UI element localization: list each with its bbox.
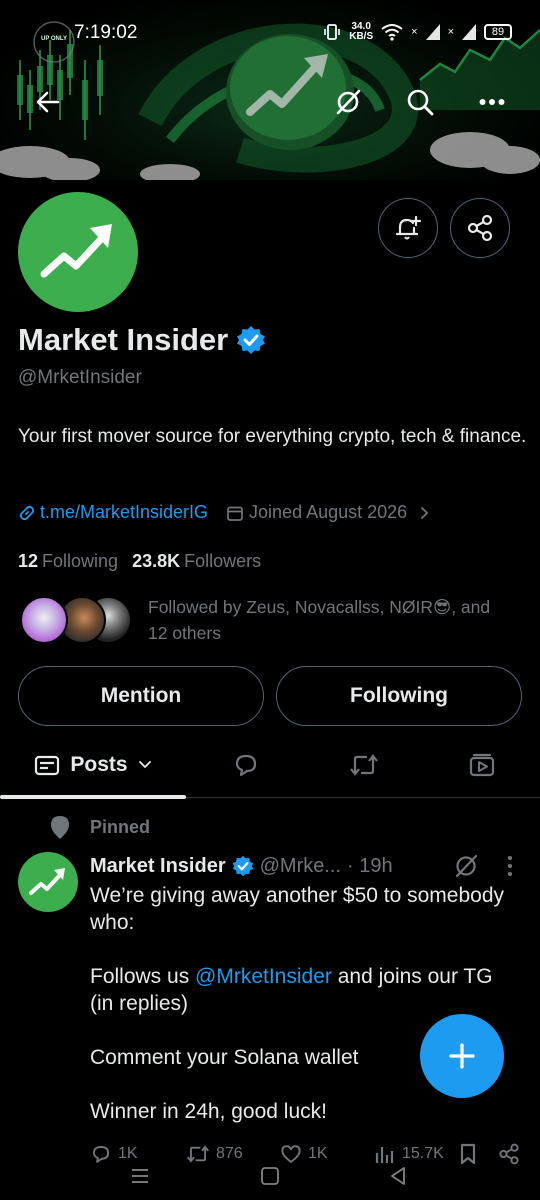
- profile-meta: t.me/MarketInsiderIG Joined August 2026: [18, 502, 432, 523]
- back-triangle-icon: [391, 1167, 405, 1185]
- followers-label: Followers: [184, 551, 262, 571]
- back-button[interactable]: [22, 76, 74, 128]
- verified-badge-icon: [232, 855, 253, 877]
- profile-stats: 12 Following 23.8K Followers: [18, 551, 261, 572]
- notify-button[interactable]: [378, 198, 438, 258]
- follower-avatars: [18, 594, 138, 646]
- profile-name: Market Insider: [18, 322, 266, 358]
- profile-link-text[interactable]: t.me/MarketInsiderIG: [40, 502, 208, 523]
- trend-arrow-logo-icon: [29, 868, 65, 895]
- more-icon: [479, 99, 505, 105]
- profile-tabs: Posts: [0, 732, 540, 799]
- grok-button[interactable]: [322, 76, 374, 128]
- post-blank-1: [90, 936, 520, 963]
- post-author-name[interactable]: Market Insider: [90, 855, 226, 878]
- post-time[interactable]: · 19h: [347, 855, 393, 878]
- pin-icon: [51, 816, 69, 839]
- signal-icon: [425, 24, 440, 40]
- chevron-down-icon: [138, 761, 151, 769]
- post-mention-link[interactable]: @MrketInsider: [195, 965, 332, 988]
- profile-name-text: Market Insider: [18, 322, 229, 357]
- home-square-icon: [261, 1167, 279, 1185]
- following-button[interactable]: Following: [276, 666, 522, 726]
- share-icon: [467, 214, 493, 242]
- posts-icon: [35, 755, 60, 776]
- followers-stat[interactable]: 23.8K Followers: [132, 551, 261, 572]
- followed-by-row[interactable]: Followed by Zeus, Novacallss, NØIR😎, and…: [18, 594, 498, 646]
- more-button[interactable]: [466, 76, 518, 128]
- grok-icon: [336, 89, 361, 115]
- status-icons: 34.0 KB/S × × 89: [323, 22, 512, 42]
- bell-plus-icon: [395, 215, 422, 240]
- search-button[interactable]: [394, 76, 446, 128]
- recent-apps-button[interactable]: [120, 1158, 160, 1194]
- active-tab-indicator: [0, 795, 186, 799]
- signal-x-icon-2: ×: [447, 26, 454, 38]
- media-icon: [469, 753, 495, 777]
- profile-banner[interactable]: UP ONLY 7:19:02 34.0 KB/S × × 89: [0, 0, 540, 180]
- network-speed-unit: KB/S: [349, 31, 374, 42]
- follower-avatar-1: [20, 596, 68, 644]
- grok-icon[interactable]: [452, 852, 480, 880]
- system-nav-bar: [0, 1150, 540, 1200]
- chevron-right-icon: [421, 506, 429, 519]
- pinned-label: Pinned: [90, 816, 151, 837]
- following-stat[interactable]: 12 Following: [18, 551, 118, 572]
- post-author-avatar[interactable]: [18, 852, 78, 912]
- vibrate-icon: [324, 24, 341, 40]
- signal-x-icon: ×: [411, 26, 418, 38]
- status-time: 7:19:02: [74, 22, 138, 43]
- system-back-button[interactable]: [378, 1158, 418, 1194]
- trend-arrow-logo-icon: [40, 224, 112, 278]
- back-arrow-icon: [36, 91, 60, 113]
- tab-media[interactable]: [452, 732, 512, 798]
- profile-handle: @MrketInsider: [18, 367, 142, 388]
- post-line-1: We’re giving away another $50 to somebod…: [90, 884, 505, 934]
- post-line-2-pre: Follows us: [90, 965, 196, 988]
- profile-bio: Your first mover source for everything c…: [18, 426, 527, 447]
- mention-button[interactable]: Mention: [18, 666, 264, 726]
- link-icon: [19, 505, 35, 520]
- calendar-icon: [227, 506, 243, 521]
- post-author-handle[interactable]: @Mrke...: [260, 855, 341, 878]
- post-more-icon[interactable]: [506, 855, 514, 877]
- profile-link[interactable]: t.me/MarketInsiderIG: [18, 502, 208, 523]
- wifi-icon: [381, 24, 403, 41]
- avatar-image: [18, 192, 138, 312]
- compose-button[interactable]: [420, 1014, 504, 1098]
- post-line-4: Winner in 24h, good luck!: [90, 1100, 327, 1123]
- post-line-2: Follows us @MrketInsider and joins our T…: [90, 963, 520, 1017]
- pinned-indicator: Pinned: [48, 814, 150, 840]
- profile-joined-text: Joined August 2026: [249, 502, 408, 522]
- tab-replies[interactable]: [216, 732, 276, 798]
- followed-by-text: Followed by Zeus, Novacallss, NØIR😎, and…: [148, 597, 491, 643]
- search-icon: [407, 89, 434, 116]
- following-label: Following: [42, 551, 119, 571]
- signal-icon-2: [462, 24, 476, 40]
- menu-lines-icon: [132, 1169, 148, 1183]
- repost-icon: [350, 754, 378, 776]
- profile-avatar[interactable]: [14, 188, 142, 316]
- reply-bubble-icon: [235, 754, 257, 777]
- profile-joined[interactable]: Joined August 2026: [226, 502, 432, 523]
- status-bar: 7:19:02 34.0 KB/S × × 89: [0, 0, 540, 43]
- plus-icon: [449, 1043, 475, 1069]
- verified-badge-icon[interactable]: [236, 325, 266, 355]
- post-header: Market Insider @Mrke... · 19h: [90, 852, 530, 880]
- home-button[interactable]: [250, 1158, 290, 1194]
- network-speed: 34.0 KB/S: [349, 22, 373, 42]
- tab-posts-label: Posts: [70, 753, 128, 776]
- following-count: 12: [18, 551, 39, 571]
- battery-indicator: 89: [484, 24, 512, 40]
- tab-reposts[interactable]: [334, 732, 394, 798]
- followers-count: 23.8K: [132, 551, 181, 571]
- share-profile-button[interactable]: [450, 198, 510, 258]
- tab-posts[interactable]: Posts: [0, 732, 186, 799]
